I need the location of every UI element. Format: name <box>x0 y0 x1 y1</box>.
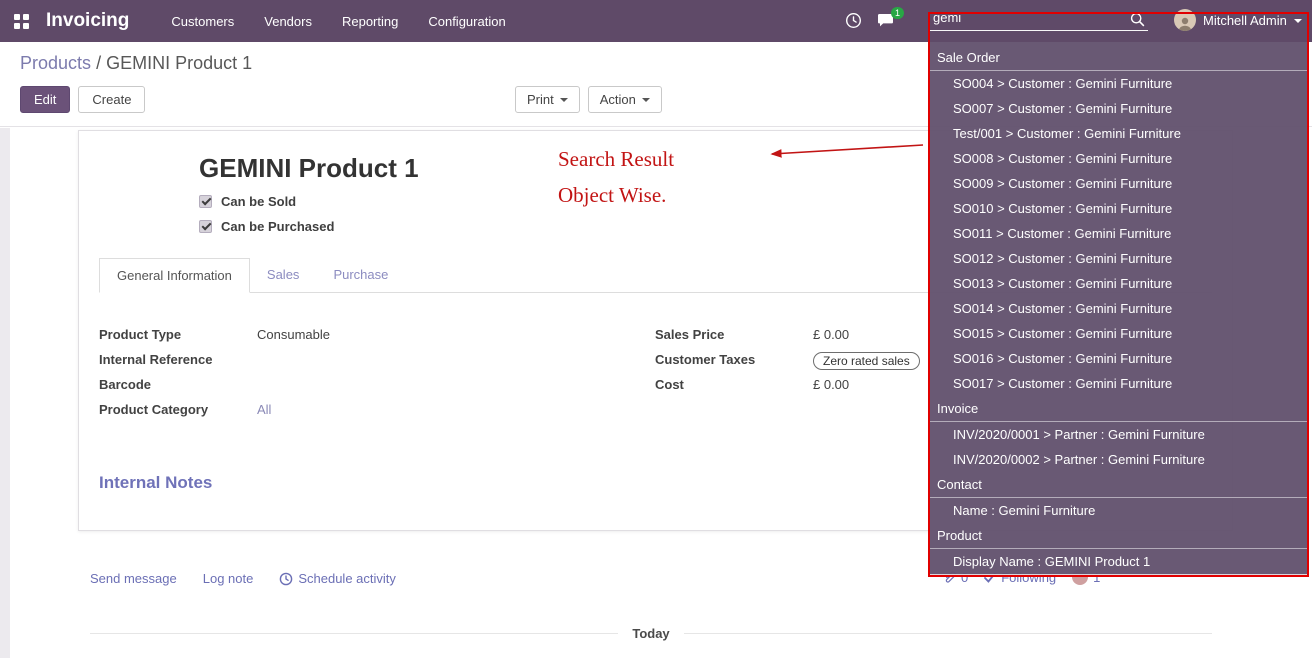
top-navbar: Invoicing Customers Vendors Reporting Confi… <box>0 0 1312 42</box>
global-search <box>930 7 1148 31</box>
divider-line <box>90 633 618 634</box>
create-button[interactable]: Create <box>78 86 145 113</box>
record-buttons: Edit Create <box>20 86 145 113</box>
internal-reference-label: Internal Reference <box>99 352 257 367</box>
edit-button[interactable]: Edit <box>20 86 70 113</box>
chevron-down-icon <box>560 98 568 102</box>
search-input[interactable] <box>930 7 1148 31</box>
search-result-item[interactable]: SO004 > Customer : Gemini Furniture <box>929 71 1308 96</box>
internal-reference-row: Internal Reference <box>99 352 655 371</box>
search-result-item[interactable]: SO007 > Customer : Gemini Furniture <box>929 96 1308 121</box>
search-result-item[interactable]: SO009 > Customer : Gemini Furniture <box>929 171 1308 196</box>
can-be-purchased-checkbox[interactable] <box>199 220 212 233</box>
sales-price-value: £ 0.00 <box>813 327 849 342</box>
activities-clock-icon[interactable] <box>845 12 862 34</box>
cost-label: Cost <box>655 377 813 392</box>
print-dropdown-button[interactable]: Print <box>515 86 580 113</box>
search-result-item[interactable]: Test/001 > Customer : Gemini Furniture <box>929 121 1308 146</box>
search-group-header: Product <box>929 523 1308 549</box>
schedule-activity-button[interactable]: Schedule activity <box>279 571 396 586</box>
cost-value: £ 0.00 <box>813 377 849 392</box>
nav-menu: Customers Vendors Reporting Configuration <box>171 14 505 29</box>
sales-price-label: Sales Price <box>655 327 813 342</box>
action-dropdown-button[interactable]: Action <box>588 86 662 113</box>
message-count-badge: 1 <box>891 7 904 19</box>
search-result-item[interactable]: INV/2020/0001 > Partner : Gemini Furnitu… <box>929 422 1308 447</box>
user-avatar <box>1174 9 1196 31</box>
tab-general-information[interactable]: General Information <box>99 258 250 293</box>
search-result-item[interactable]: SO016 > Customer : Gemini Furniture <box>929 346 1308 371</box>
breadcrumb-current: GEMINI Product 1 <box>106 53 252 73</box>
nav-menu-item-configuration[interactable]: Configuration <box>428 14 505 29</box>
send-message-button[interactable]: Send message <box>90 571 177 586</box>
date-divider: Today <box>90 626 1212 641</box>
tab-purchase[interactable]: Purchase <box>316 258 405 292</box>
product-category-value[interactable]: All <box>257 402 271 417</box>
annotation-text-line1: Search Result <box>558 147 674 172</box>
breadcrumb-separator: / <box>96 53 101 73</box>
search-result-item[interactable]: Display Name : GEMINI Product 1 <box>929 549 1308 574</box>
date-divider-label: Today <box>632 626 669 641</box>
search-result-item[interactable]: Name : Gemini Furniture <box>929 498 1308 523</box>
product-category-row: Product Category All <box>99 402 655 421</box>
can-be-sold-label: Can be Sold <box>221 194 296 209</box>
app-title[interactable]: Invoicing <box>46 10 129 32</box>
product-category-label: Product Category <box>99 402 257 417</box>
search-group-header: Invoice <box>929 396 1308 422</box>
product-type-value: Consumable <box>257 327 330 342</box>
search-result-item[interactable]: SO015 > Customer : Gemini Furniture <box>929 321 1308 346</box>
log-note-button[interactable]: Log note <box>203 571 254 586</box>
search-result-item[interactable]: SO012 > Customer : Gemini Furniture <box>929 246 1308 271</box>
chatter-actions: Send message Log note Schedule activity <box>90 571 396 586</box>
apps-grid-icon[interactable] <box>14 14 29 29</box>
page: Invoicing Customers Vendors Reporting Confi… <box>0 0 1312 658</box>
barcode-row: Barcode <box>99 377 655 396</box>
barcode-label: Barcode <box>99 377 257 392</box>
user-name: Mitchell Admin <box>1203 13 1287 28</box>
nav-menu-item-reporting[interactable]: Reporting <box>342 14 398 29</box>
customer-taxes-tag[interactable]: Zero rated sales <box>813 352 920 370</box>
search-group-header: Contact <box>929 472 1308 498</box>
tab-sales[interactable]: Sales <box>250 258 317 292</box>
search-result-item[interactable]: SO010 > Customer : Gemini Furniture <box>929 196 1308 221</box>
breadcrumb-products-link[interactable]: Products <box>20 53 91 73</box>
search-result-item[interactable]: SO013 > Customer : Gemini Furniture <box>929 271 1308 296</box>
divider-line <box>684 633 1212 634</box>
product-type-row: Product Type Consumable <box>99 327 655 346</box>
annotation-text-line2: Object Wise. <box>558 183 666 208</box>
search-group-header: Sale Order <box>929 45 1308 71</box>
annotation-arrow <box>760 139 928 161</box>
chevron-down-icon <box>642 98 650 102</box>
chevron-down-icon <box>1294 19 1302 23</box>
search-result-item[interactable]: INV/2020/0002 > Partner : Gemini Furnitu… <box>929 447 1308 472</box>
search-result-item[interactable]: SO017 > Customer : Gemini Furniture <box>929 371 1308 396</box>
search-dropdown-results: Sale OrderSO004 > Customer : Gemini Furn… <box>929 42 1308 575</box>
fields-left-column: Product Type Consumable Internal Referen… <box>99 327 655 427</box>
product-type-label: Product Type <box>99 327 257 342</box>
search-result-item[interactable]: SO011 > Customer : Gemini Furniture <box>929 221 1308 246</box>
customer-taxes-label: Customer Taxes <box>655 352 813 367</box>
nav-menu-item-customers[interactable]: Customers <box>171 14 234 29</box>
left-gutter <box>0 128 10 658</box>
search-result-item[interactable]: SO008 > Customer : Gemini Furniture <box>929 146 1308 171</box>
can-be-purchased-label: Can be Purchased <box>221 219 334 234</box>
print-action-group: Print Action <box>515 86 662 113</box>
search-icon[interactable] <box>1130 12 1145 32</box>
user-menu[interactable]: Mitchell Admin <box>1174 9 1302 31</box>
can-be-sold-checkbox[interactable] <box>199 195 212 208</box>
clock-icon <box>279 572 293 586</box>
search-result-item[interactable]: SO014 > Customer : Gemini Furniture <box>929 296 1308 321</box>
breadcrumb: Products / GEMINI Product 1 <box>20 53 252 74</box>
nav-menu-item-vendors[interactable]: Vendors <box>264 14 312 29</box>
